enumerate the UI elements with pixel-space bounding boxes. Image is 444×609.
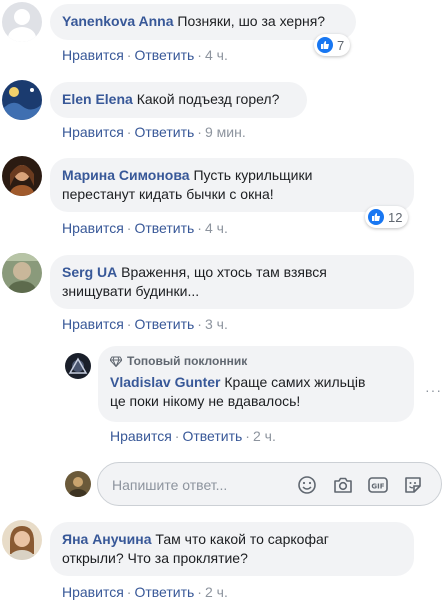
more-options-icon[interactable]: ··· [425,382,442,398]
timestamp[interactable]: 4 ч. [205,47,228,63]
comment-text: Позняки, шо за херня? [177,13,326,29]
comment-bubble: Elen Elena Какой подъезд горел? [50,82,307,118]
comment-author[interactable]: Yanenkova Anna [62,13,174,29]
comment-text: Какой подъезд горел? [136,91,280,107]
avatar-yana-anuchina[interactable] [2,520,42,560]
avatar-marina-simonova[interactable] [2,156,42,196]
comment-text-line1: Враження, що хтось там взявся [121,264,327,280]
comment-author[interactable]: Serg UA [62,264,117,280]
separator: · [126,124,132,140]
like-link[interactable]: Нравится [62,47,124,63]
avatar-vladislav-gunter[interactable] [65,353,91,379]
reply-bubble: Топовый поклонник Vladislav Gunter Краще… [98,346,414,422]
reply-link[interactable]: Ответить [134,584,194,600]
sticker-icon[interactable] [402,474,424,496]
reply-link[interactable]: Ответить [134,124,194,140]
like-icon [317,37,333,53]
comment-author[interactable]: Марина Симонова [62,167,190,183]
separator: · [245,428,250,444]
badge-label: Топовый поклонник [127,354,248,368]
reply-link[interactable]: Ответить [134,220,194,236]
comment-text-line2: знищувати будинки... [62,283,200,299]
reaction-number: 7 [337,37,345,53]
separator: · [174,428,180,444]
reply-link[interactable]: Ответить [134,47,194,63]
reply-actions: Нравится · Ответить · 2 ч. [110,428,276,444]
like-icon [368,209,384,225]
comment-bubble: Serg UA Враження, що хтось там взявся зн… [50,255,414,309]
reply-text-line2: це поки нікому не вдавалось! [110,393,301,409]
separator: · [197,584,202,600]
reply-text-line1: Краще самих жильців [224,374,366,390]
timestamp[interactable]: 3 ч. [205,316,228,332]
comment-bubble: Yanenkova Anna Позняки, шо за херня? [50,4,356,40]
reply-input-box: GIF [97,462,442,506]
reply-link[interactable]: Ответить [134,316,194,332]
comment-bubble: Яна Анучина Там что какой то саркофаг от… [50,522,414,576]
reaction-count[interactable]: 7 [314,34,351,56]
avatar-serg-ua[interactable] [2,253,42,293]
separator: · [126,47,132,63]
gif-icon[interactable]: GIF [367,474,389,496]
comment-text-line1: Пусть курильщики [193,167,313,183]
like-link[interactable]: Нравится [62,220,124,236]
comment-author[interactable]: Яна Анучина [62,531,152,547]
comment-actions: Нравится · Ответить · 4 ч. [62,47,228,63]
reply-input[interactable] [112,474,282,496]
reaction-number: 12 [388,209,403,225]
timestamp[interactable]: 2 ч. [205,584,228,600]
separator: · [126,584,132,600]
emoji-icon[interactable] [296,474,318,496]
comment-actions: Нравится · Ответить · 9 мин. [62,124,246,140]
timestamp[interactable]: 9 мин. [205,124,246,140]
camera-icon[interactable] [332,474,354,496]
timestamp[interactable]: 2 ч. [253,428,276,444]
comment-author[interactable]: Elen Elena [62,91,133,107]
top-fan-badge: Топовый поклонник [110,352,402,371]
separator: · [126,316,132,332]
svg-text:GIF: GIF [371,483,384,491]
reaction-count[interactable]: 12 [365,206,409,228]
like-link[interactable]: Нравится [110,428,172,444]
like-link[interactable]: Нравится [62,124,124,140]
comment-text-line1: Там что какой то саркофаг [155,531,329,547]
separator: · [126,220,132,236]
comment-actions: Нравится · Ответить · 4 ч. [62,220,228,236]
reply-link[interactable]: Ответить [182,428,242,444]
avatar-elen-elena[interactable] [2,80,42,120]
current-user-avatar [65,471,91,497]
comment-bubble: Марина Симонова Пусть курильщики переста… [50,158,414,212]
like-link[interactable]: Нравится [62,316,124,332]
timestamp[interactable]: 4 ч. [205,220,228,236]
reply-author[interactable]: Vladislav Gunter [110,374,220,390]
separator: · [197,316,202,332]
comment-actions: Нравится · Ответить · 3 ч. [62,316,228,332]
like-link[interactable]: Нравится [62,584,124,600]
comment-text-line2: перестанут кидать бычки с окна! [62,186,274,202]
separator: · [197,220,202,236]
diamond-icon [110,356,122,367]
separator: · [197,124,202,140]
comment-actions: Нравится · Ответить · 2 ч. [62,584,228,600]
avatar-yanenkova-anna[interactable] [2,2,42,42]
comment-text-line2: открыли? Что за проклятие? [62,550,248,566]
separator: · [197,47,202,63]
